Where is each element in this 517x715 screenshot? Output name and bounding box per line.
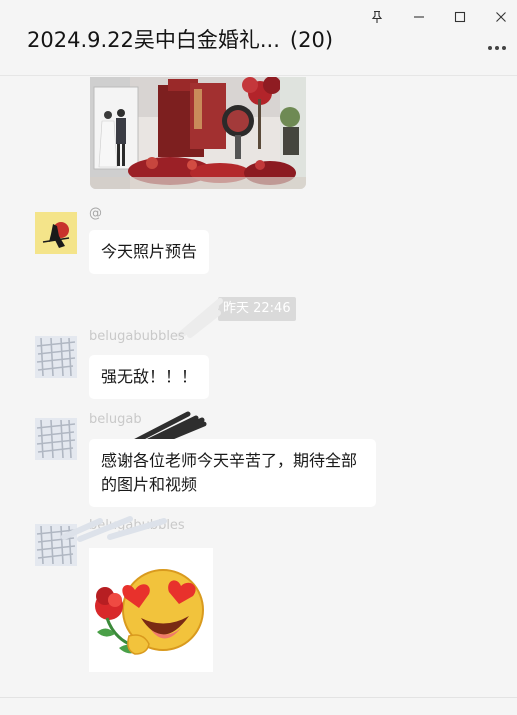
redaction-scribble: [61, 516, 167, 542]
avatar[interactable]: [35, 336, 77, 378]
pin-icon[interactable]: [366, 6, 388, 28]
sender-name: @: [89, 206, 102, 221]
message-text: 强无敌！！！: [101, 367, 198, 386]
close-icon[interactable]: [490, 6, 512, 28]
minimize-icon[interactable]: [408, 6, 430, 28]
wedding-photo-image[interactable]: [90, 77, 306, 189]
more-dots-icon[interactable]: [485, 36, 509, 60]
heart-eyes-emoji-with-roses-sticker[interactable]: [89, 548, 213, 672]
member-count: (20): [289, 28, 334, 52]
message-text: 今天照片预告: [101, 242, 198, 261]
message-bubble[interactable]: 强无敌！！！: [89, 355, 210, 399]
avatar[interactable]: [35, 212, 77, 254]
chat-header: 2024.9.22吴中白金婚礼... (20): [0, 0, 517, 76]
timestamp-badge: 昨天 22:46: [218, 297, 296, 321]
group-name: 2024.9.22吴中白金婚礼...: [27, 28, 280, 52]
message-bubble[interactable]: 感谢各位老师今天辛苦了，期待全部的图片和视频: [89, 439, 376, 507]
avatar[interactable]: [35, 418, 77, 460]
input-area-edge[interactable]: [0, 697, 517, 715]
message-bubble[interactable]: 今天照片预告: [89, 230, 210, 274]
maximize-icon[interactable]: [449, 6, 471, 28]
chat-message-area[interactable]: @ 今天照片预告 昨天 22:46 belugabubbles 强无敌！！！ b…: [0, 77, 517, 697]
sender-name: belugabubbles: [89, 329, 185, 344]
chat-title: 2024.9.22吴中白金婚礼... (20): [27, 24, 333, 54]
message-text: 感谢各位老师今天辛苦了，期待全部的图片和视频: [101, 451, 358, 494]
